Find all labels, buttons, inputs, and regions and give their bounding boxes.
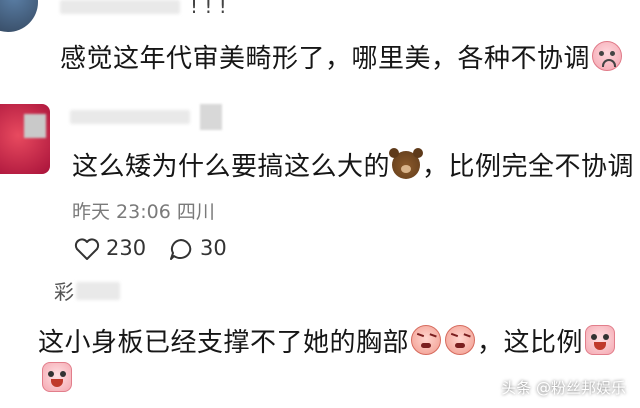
comment-1-text: 感觉这年代审美畸形了，哪里美，各种不协调 — [60, 38, 624, 75]
crying-face-emoji-icon — [585, 325, 616, 355]
angry-face-emoji-icon — [445, 325, 476, 355]
comment-2-body-b: ，比例完全不协调 — [422, 152, 635, 182]
comment-3-body-a: 这小身板已经支撑不了她的胸部 — [38, 328, 410, 358]
bear-emoji-icon — [389, 148, 421, 179]
comment-1-body: 感觉这年代审美畸形了，哪里美，各种不协调 — [60, 44, 591, 74]
reply-count: 30 — [200, 236, 227, 260]
comment-3-text-line2 — [40, 362, 74, 392]
comment-2-text: 这么矮为什么要搞这么大的 ，比例完全不协调 — [72, 146, 634, 183]
comment-3-body-b: ，这比例 — [477, 328, 584, 358]
username-suffix-block — [200, 104, 222, 130]
username-blurred-2 — [70, 110, 190, 124]
crying-face-emoji-icon — [42, 362, 72, 392]
comment-3-username-partial: 彩 — [54, 280, 74, 304]
comment-2-meta: 昨天 23:06 四川 — [72, 201, 215, 223]
comment-2-body-a: 这么矮为什么要搞这么大的 — [72, 152, 391, 182]
heart-icon — [74, 238, 100, 260]
like-count: 230 — [106, 236, 147, 260]
username-blurred-3 — [76, 282, 120, 300]
watermark: 头条 @粉丝邦娱乐 — [501, 379, 626, 397]
comment-3-text-line1: 这小身板已经支撑不了她的胸部 ，这比例 — [38, 322, 617, 359]
username-blurred-1 — [60, 0, 180, 14]
sad-face-emoji-icon — [592, 41, 623, 71]
angry-face-emoji-icon — [411, 325, 442, 355]
avatar-comment-1[interactable] — [0, 0, 38, 32]
avatar-pixel-block — [24, 114, 46, 138]
reply-button[interactable]: 30 — [168, 236, 238, 262]
comment-bubble-icon — [170, 239, 192, 260]
top-marks: ! ! ! — [190, 0, 227, 18]
like-button[interactable]: 230 — [74, 236, 147, 262]
